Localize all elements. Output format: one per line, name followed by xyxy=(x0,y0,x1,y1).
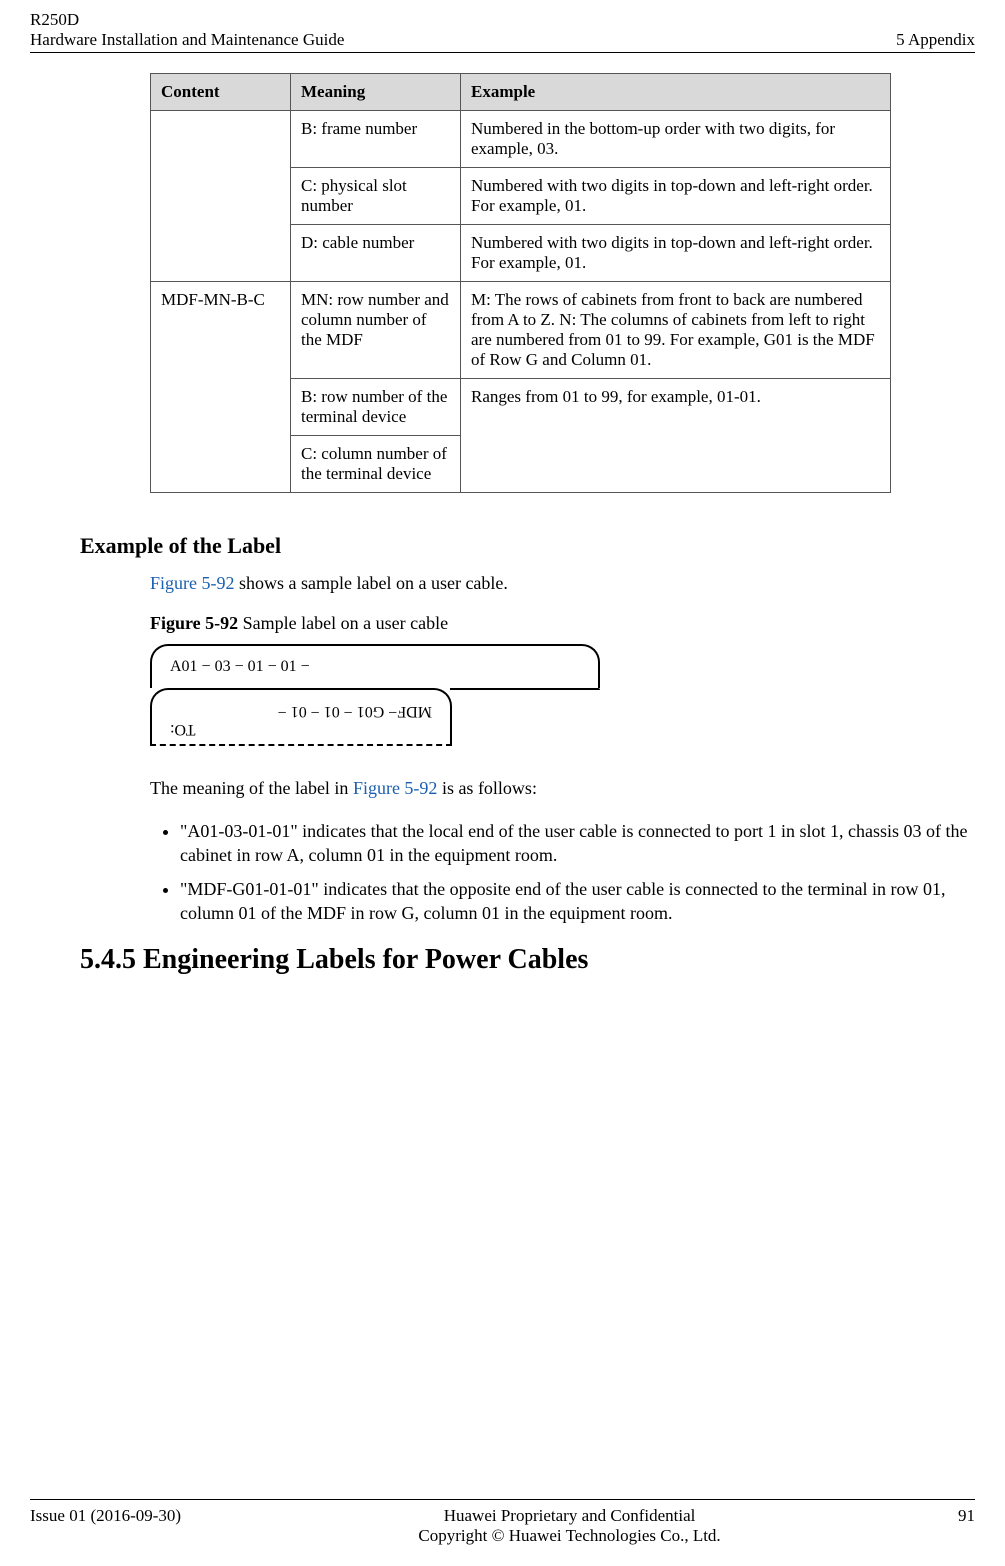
cell-example: Numbered in the bottom-up order with two… xyxy=(461,111,891,168)
header-left-line1: R250D xyxy=(30,10,344,30)
label-bottom-to: TO: xyxy=(170,721,195,738)
section-heading-example-label: Example of the Label xyxy=(80,533,1005,559)
header-divider xyxy=(30,52,975,53)
cell-meaning: B: frame number xyxy=(291,111,461,168)
cell-meaning: C: column number of the terminal device xyxy=(291,436,461,493)
section-heading-power-cables: 5.4.5 Engineering Labels for Power Cable… xyxy=(80,944,1005,976)
list-item: "A01-03-01-01" indicates that the local … xyxy=(180,819,975,868)
list-item: "MDF-G01-01-01" indicates that the oppos… xyxy=(180,877,975,926)
cell-example: Numbered with two digits in top-down and… xyxy=(461,225,891,282)
content-table-wrap: Content Meaning Example B: frame number … xyxy=(150,73,890,493)
page-footer: Issue 01 (2016-09-30) Huawei Proprietary… xyxy=(30,1499,975,1546)
th-example: Example xyxy=(461,74,891,111)
label-top-panel: A01 − 03 − 01 − 01 − xyxy=(150,644,600,688)
cell-content-mdf: MDF-MN-B-C xyxy=(151,282,291,493)
bullet-list: "A01-03-01-01" indicates that the local … xyxy=(150,819,975,926)
footer-center: Huawei Proprietary and Confidential Copy… xyxy=(181,1506,958,1546)
table-row: MDF-MN-B-C MN: row number and column num… xyxy=(151,282,891,379)
cell-example: M: The rows of cabinets from front to ba… xyxy=(461,282,891,379)
page-header: R250D Hardware Installation and Maintena… xyxy=(0,0,1005,52)
figure-label-diagram: A01 − 03 − 01 − 01 − TO: MDF− G01 − 01 −… xyxy=(150,644,600,746)
figure-link-inline[interactable]: Figure 5-92 xyxy=(353,778,438,798)
figure-caption-text: Sample label on a user cable xyxy=(238,613,448,633)
header-left-line2: Hardware Installation and Maintenance Gu… xyxy=(30,30,344,50)
figure-caption-strong: Figure 5-92 xyxy=(150,613,238,633)
cell-meaning: B: row number of the terminal device xyxy=(291,379,461,436)
header-left: R250D Hardware Installation and Maintena… xyxy=(30,10,344,50)
th-content: Content xyxy=(151,74,291,111)
table-header-row: Content Meaning Example xyxy=(151,74,891,111)
intro-paragraph: Figure 5-92 shows a sample label on a us… xyxy=(150,571,975,595)
th-meaning: Meaning xyxy=(291,74,461,111)
cell-example: Ranges from 01 to 99, for example, 01-01… xyxy=(461,379,891,493)
cell-content-blank xyxy=(151,111,291,282)
label-bottom-panel: TO: MDF− G01 − 01 − 01 − xyxy=(150,688,452,746)
footer-left: Issue 01 (2016-09-30) xyxy=(30,1506,181,1546)
cell-meaning: D: cable number xyxy=(291,225,461,282)
meaning-paragraph: The meaning of the label in Figure 5-92 … xyxy=(150,776,975,800)
header-right: 5 Appendix xyxy=(896,30,975,50)
table-row: B: frame number Numbered in the bottom-u… xyxy=(151,111,891,168)
figure-link[interactable]: Figure 5-92 xyxy=(150,573,235,593)
meaning-text-post: is as follows: xyxy=(437,778,537,798)
meaning-text-pre: The meaning of the label in xyxy=(150,778,353,798)
footer-center-line2: Copyright © Huawei Technologies Co., Ltd… xyxy=(181,1526,958,1546)
footer-divider xyxy=(30,1499,975,1500)
cell-meaning: MN: row number and column number of the … xyxy=(291,282,461,379)
figure-caption: Figure 5-92 Sample label on a user cable xyxy=(150,613,1005,634)
cell-example: Numbered with two digits in top-down and… xyxy=(461,168,891,225)
content-table: Content Meaning Example B: frame number … xyxy=(150,73,891,493)
footer-right: 91 xyxy=(958,1506,975,1546)
label-right-edge xyxy=(450,688,600,690)
label-top-text: A01 − 03 − 01 − 01 − xyxy=(170,658,310,675)
label-bottom-text: MDF− G01 − 01 − 01 − xyxy=(278,703,432,720)
intro-text-post: shows a sample label on a user cable. xyxy=(235,573,508,593)
cell-meaning: C: physical slot number xyxy=(291,168,461,225)
footer-center-line1: Huawei Proprietary and Confidential xyxy=(181,1506,958,1526)
